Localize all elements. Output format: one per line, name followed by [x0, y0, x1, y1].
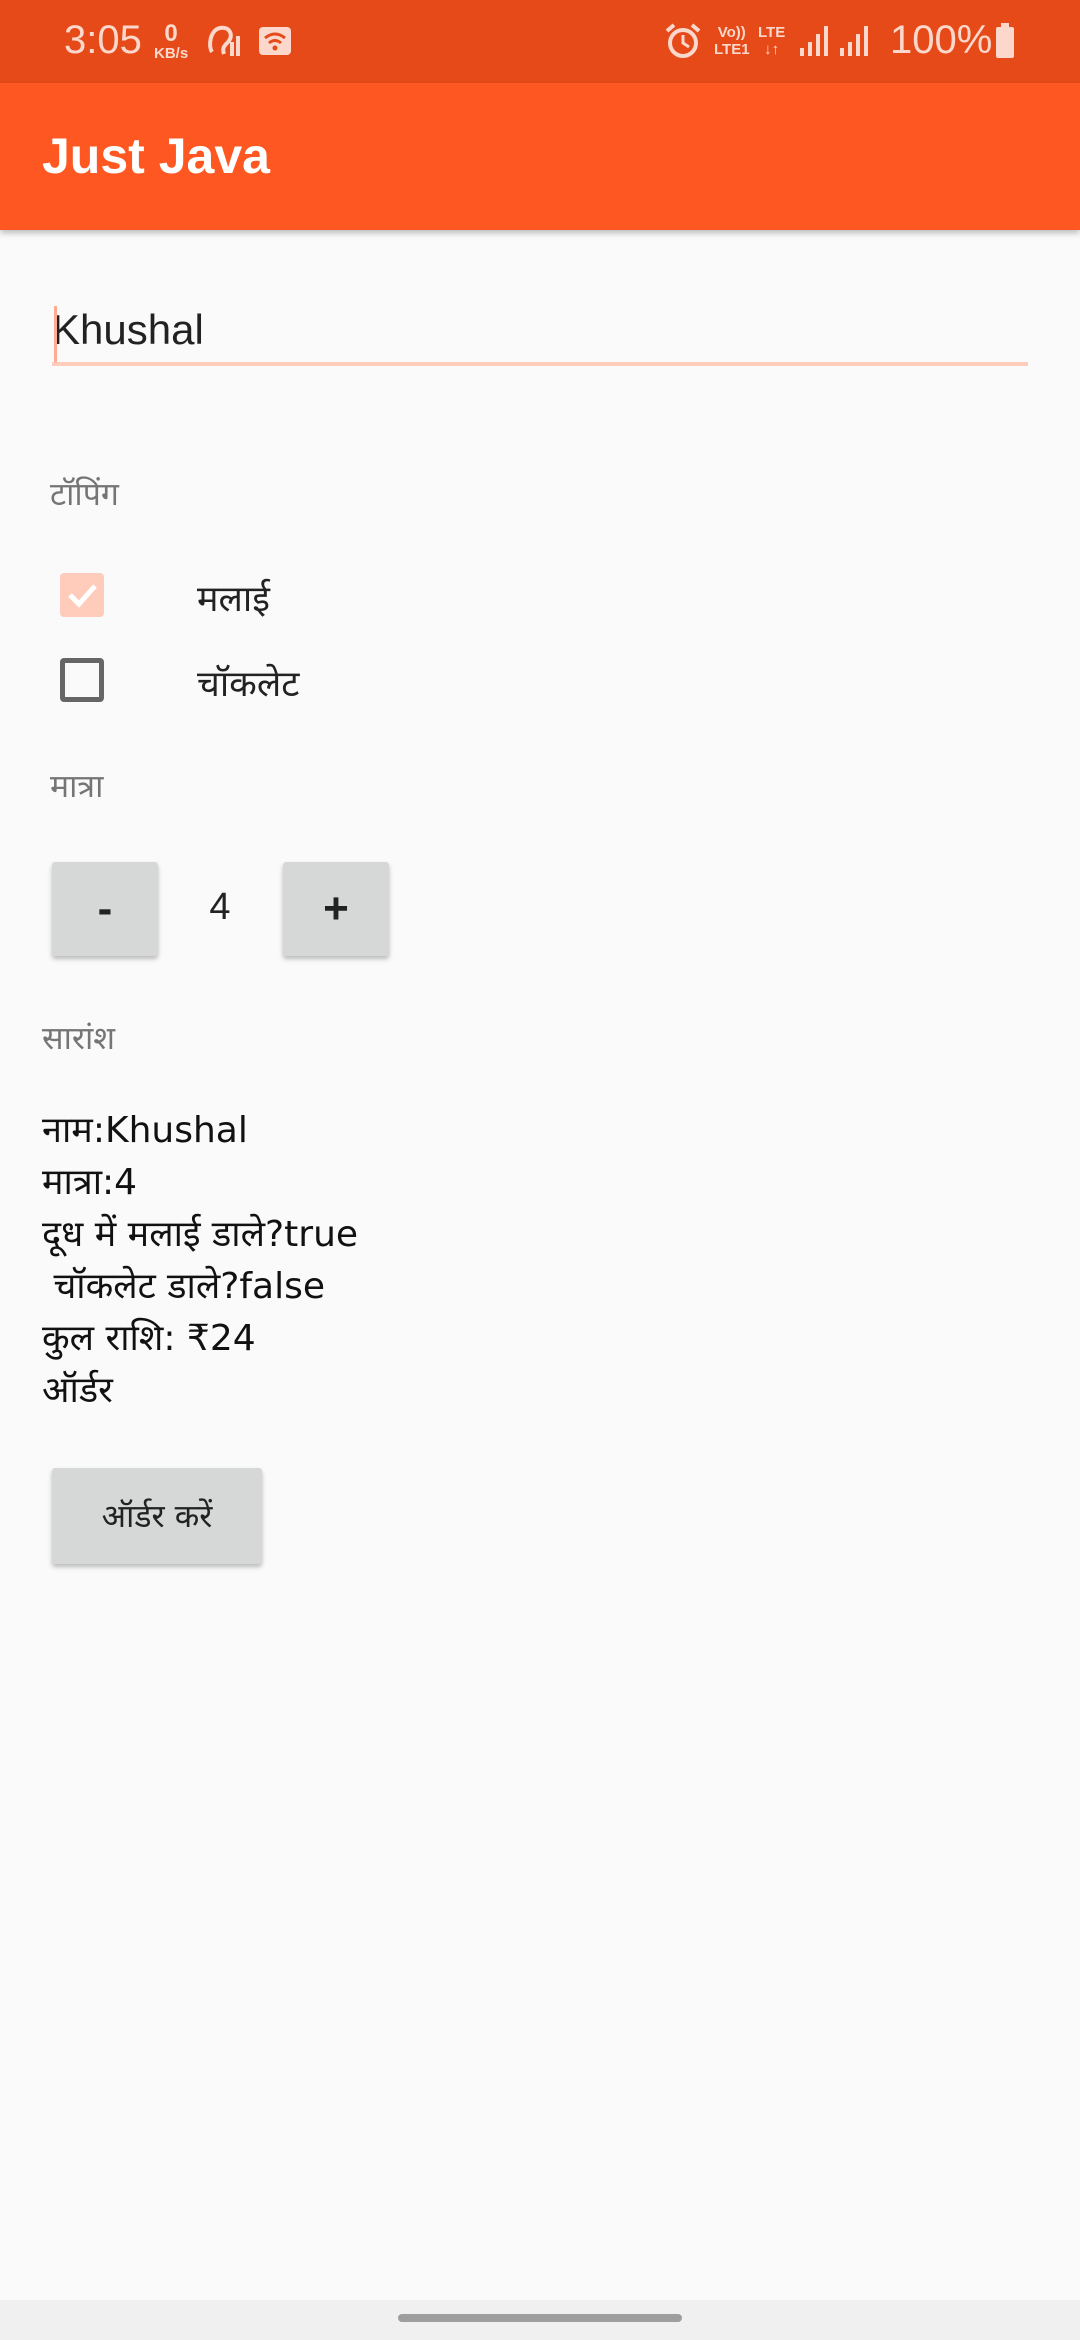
- summary-chocolate-line: चॉकलेट डाले?false: [42, 1266, 326, 1307]
- home-gesture-handle[interactable]: [398, 2314, 682, 2322]
- summary-quantity-line: मात्रा:4: [42, 1162, 138, 1203]
- order-button[interactable]: ऑर्डर करें: [52, 1468, 262, 1564]
- summary-total-line: कुल राशि: ₹24: [42, 1318, 256, 1359]
- app-bar: Just Java: [0, 83, 1080, 230]
- quantity-value: 4: [209, 886, 231, 928]
- increment-button[interactable]: +: [283, 862, 389, 956]
- hearing-icon: [208, 25, 240, 56]
- signal-icon: [800, 26, 828, 56]
- summary-order-line: ऑर्डर: [42, 1370, 113, 1411]
- alarm-icon: [665, 23, 701, 58]
- quantity-header: मात्रा: [50, 767, 104, 805]
- checkbox-checked-icon: [60, 573, 104, 617]
- volte-label: Vo)): [717, 24, 746, 41]
- app-title: Just Java: [42, 128, 270, 184]
- battery-icon: [996, 23, 1014, 58]
- name-input[interactable]: Khushal: [52, 290, 1028, 366]
- toppings-header: टॉपिंग: [50, 475, 119, 513]
- checkbox-unchecked-icon: [60, 658, 104, 702]
- lte-label: LTE: [758, 24, 786, 41]
- signal-icon-2: [840, 26, 868, 56]
- lte-indicator: LTE ↓↑: [758, 24, 785, 58]
- topping-cream-checkbox[interactable]: मलाई: [60, 565, 460, 625]
- summary-header: सारांश: [42, 1019, 116, 1057]
- lte1-label: LTE1: [714, 41, 750, 58]
- summary-name-line: नाम:Khushal: [42, 1110, 248, 1151]
- wifi-hotspot-icon: [259, 27, 291, 55]
- net-speed-indicator: 0 KB/s: [154, 22, 188, 62]
- net-speed-value: 0: [164, 20, 178, 47]
- status-time: 3:05: [64, 18, 142, 62]
- decrement-button[interactable]: -: [52, 862, 158, 956]
- data-arrows-icon: ↓↑: [764, 41, 780, 58]
- topping-chocolate-checkbox[interactable]: चॉकलेट: [60, 650, 460, 710]
- volte-indicator: Vo)) LTE1: [714, 24, 750, 58]
- name-input-text: Khushal: [52, 306, 204, 353]
- text-cursor: [54, 306, 57, 362]
- topping-chocolate-label: चॉकलेट: [197, 664, 300, 705]
- summary-cream-line: दूध में मलाई डाले?true: [42, 1214, 359, 1255]
- navigation-bar: [0, 2300, 1080, 2340]
- topping-cream-label: मलाई: [197, 579, 270, 620]
- status-bar: 3:05 0 KB/s Vo)) LTE1 LTE ↓↑ 100%: [0, 0, 1080, 83]
- battery-percent: 100%: [890, 18, 993, 62]
- net-speed-unit: KB/s: [154, 45, 189, 62]
